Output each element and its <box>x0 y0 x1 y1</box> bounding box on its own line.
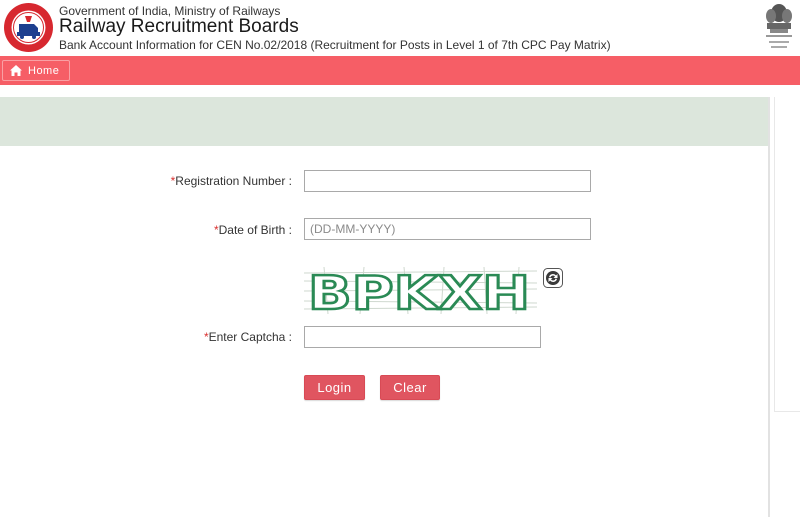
page-subtitle: Bank Account Information for CEN No.02/2… <box>59 38 611 52</box>
page-title: Railway Recruitment Boards <box>59 16 299 37</box>
panel-border <box>768 97 770 517</box>
clear-button[interactable]: Clear <box>380 375 440 400</box>
national-emblem-icon <box>766 4 792 48</box>
captcha-image: BPKXH <box>303 265 538 321</box>
date-of-birth-input[interactable] <box>304 218 591 240</box>
dob-label: *Date of Birth : <box>130 223 292 237</box>
registration-number-input[interactable] <box>304 170 591 192</box>
home-icon <box>10 65 22 76</box>
navbar: Home <box>0 56 800 85</box>
registration-label-text: Registration Number : <box>175 174 292 188</box>
home-button[interactable]: Home <box>2 60 70 81</box>
panel-heading <box>0 97 769 146</box>
refresh-icon <box>543 268 563 288</box>
captcha-input[interactable] <box>304 326 541 348</box>
captcha-label: *Enter Captcha : <box>130 330 292 344</box>
home-label: Home <box>28 64 60 77</box>
site-header: Government of India, Ministry of Railway… <box>0 0 800 56</box>
page: Government of India, Ministry of Railway… <box>0 0 800 517</box>
registration-label: *Registration Number : <box>130 174 292 188</box>
captcha-refresh-button[interactable] <box>543 268 563 288</box>
captcha-label-text: Enter Captcha : <box>208 330 292 344</box>
rrb-logo-icon <box>4 3 53 52</box>
captcha-code: BPKXH <box>308 267 530 314</box>
side-panel <box>774 97 800 412</box>
dob-label-text: Date of Birth : <box>218 223 292 237</box>
login-button[interactable]: Login <box>304 375 365 400</box>
